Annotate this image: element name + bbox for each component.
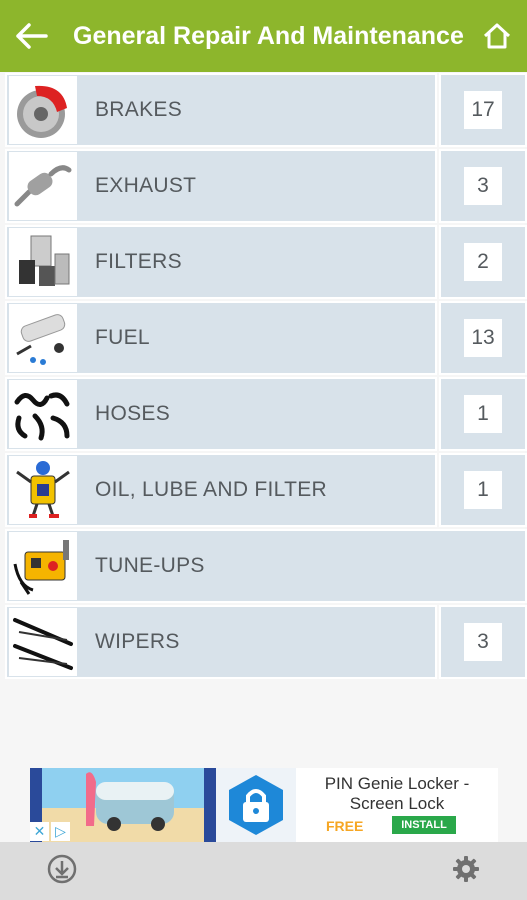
category-count: 17 [464, 91, 502, 129]
category-count: 1 [464, 471, 502, 509]
category-row[interactable]: TUNE-UPS [5, 529, 527, 603]
ad-title: PIN Genie Locker - Screen Lock [324, 774, 470, 813]
back-button[interactable] [0, 0, 64, 72]
fuel-pump-icon [9, 304, 77, 372]
brake-disc-icon [9, 76, 77, 144]
arrow-left-icon [16, 23, 48, 49]
category-row[interactable]: BRAKES [5, 73, 437, 147]
category-label: OIL, LUBE AND FILTER [95, 478, 328, 501]
category-label: FILTERS [95, 250, 182, 273]
exhaust-pipe-icon [9, 152, 77, 220]
close-icon[interactable]: ✕ [30, 822, 49, 841]
category-row[interactable]: OIL, LUBE AND FILTER [5, 453, 437, 527]
category-label: BRAKES [95, 98, 182, 121]
ad-text: PIN Genie Locker - Screen Lock FREE INST… [296, 768, 498, 842]
category-row[interactable]: EXHAUST [5, 149, 437, 223]
gear-icon [453, 855, 479, 882]
list-item[interactable]: OIL, LUBE AND FILTER 1 [5, 453, 527, 529]
category-count-cell[interactable]: 1 [439, 377, 527, 451]
tune-up-kit-icon [9, 532, 77, 600]
list-item[interactable]: FUEL 13 [5, 301, 527, 377]
app-bar: General Repair And Maintenance [0, 0, 527, 72]
category-count-cell[interactable]: 17 [439, 73, 527, 147]
category-count-cell[interactable]: 1 [439, 453, 527, 527]
filters-icon [9, 228, 77, 296]
hoses-icon [9, 380, 77, 448]
category-count: 3 [464, 167, 502, 205]
category-count-cell[interactable]: 2 [439, 225, 527, 299]
list-item[interactable]: BRAKES 17 [5, 73, 527, 149]
oil-can-mascot-icon [9, 456, 77, 524]
category-count-cell[interactable]: 3 [439, 149, 527, 223]
settings-button[interactable] [451, 854, 481, 889]
bottom-bar [0, 842, 527, 900]
home-button[interactable] [467, 0, 527, 72]
category-row[interactable]: FILTERS [5, 225, 437, 299]
category-label: TUNE-UPS [95, 554, 205, 577]
ad-choices-icon[interactable]: ▷ [51, 822, 70, 841]
category-count: 13 [464, 319, 502, 357]
category-count: 3 [464, 623, 502, 661]
home-icon [483, 23, 511, 49]
download-button[interactable] [46, 853, 78, 890]
category-label: HOSES [95, 402, 171, 425]
category-count-cell[interactable]: 13 [439, 301, 527, 375]
category-count: 2 [464, 243, 502, 281]
category-label: FUEL [95, 326, 150, 349]
category-count-cell[interactable]: 3 [439, 605, 527, 679]
category-row[interactable]: WIPERS [5, 605, 437, 679]
wiper-blades-icon [9, 608, 77, 676]
category-row[interactable]: FUEL [5, 301, 437, 375]
list-item[interactable]: FILTERS 2 [5, 225, 527, 301]
category-row[interactable]: HOSES [5, 377, 437, 451]
category-label: WIPERS [95, 630, 180, 653]
list-item[interactable]: EXHAUST 3 [5, 149, 527, 225]
list-item[interactable]: WIPERS 3 [5, 605, 527, 681]
list-item[interactable]: TUNE-UPS [5, 529, 527, 605]
category-label: EXHAUST [95, 174, 197, 197]
ad-free-label: FREE [326, 818, 364, 834]
list-item[interactable]: HOSES 1 [5, 377, 527, 453]
padlock-icon [216, 768, 296, 842]
ad-install-button[interactable]: INSTALL [392, 816, 456, 834]
category-list: BRAKES 17 EXHAUST 3 FILTERS 2 FUEL 13 HO… [5, 73, 527, 681]
download-icon [47, 854, 77, 883]
page-title: General Repair And Maintenance [73, 21, 464, 50]
ad-choices: ✕ ▷ [30, 822, 70, 841]
ad-banner[interactable]: PIN Genie Locker - Screen Lock FREE INST… [30, 768, 498, 842]
category-count: 1 [464, 395, 502, 433]
